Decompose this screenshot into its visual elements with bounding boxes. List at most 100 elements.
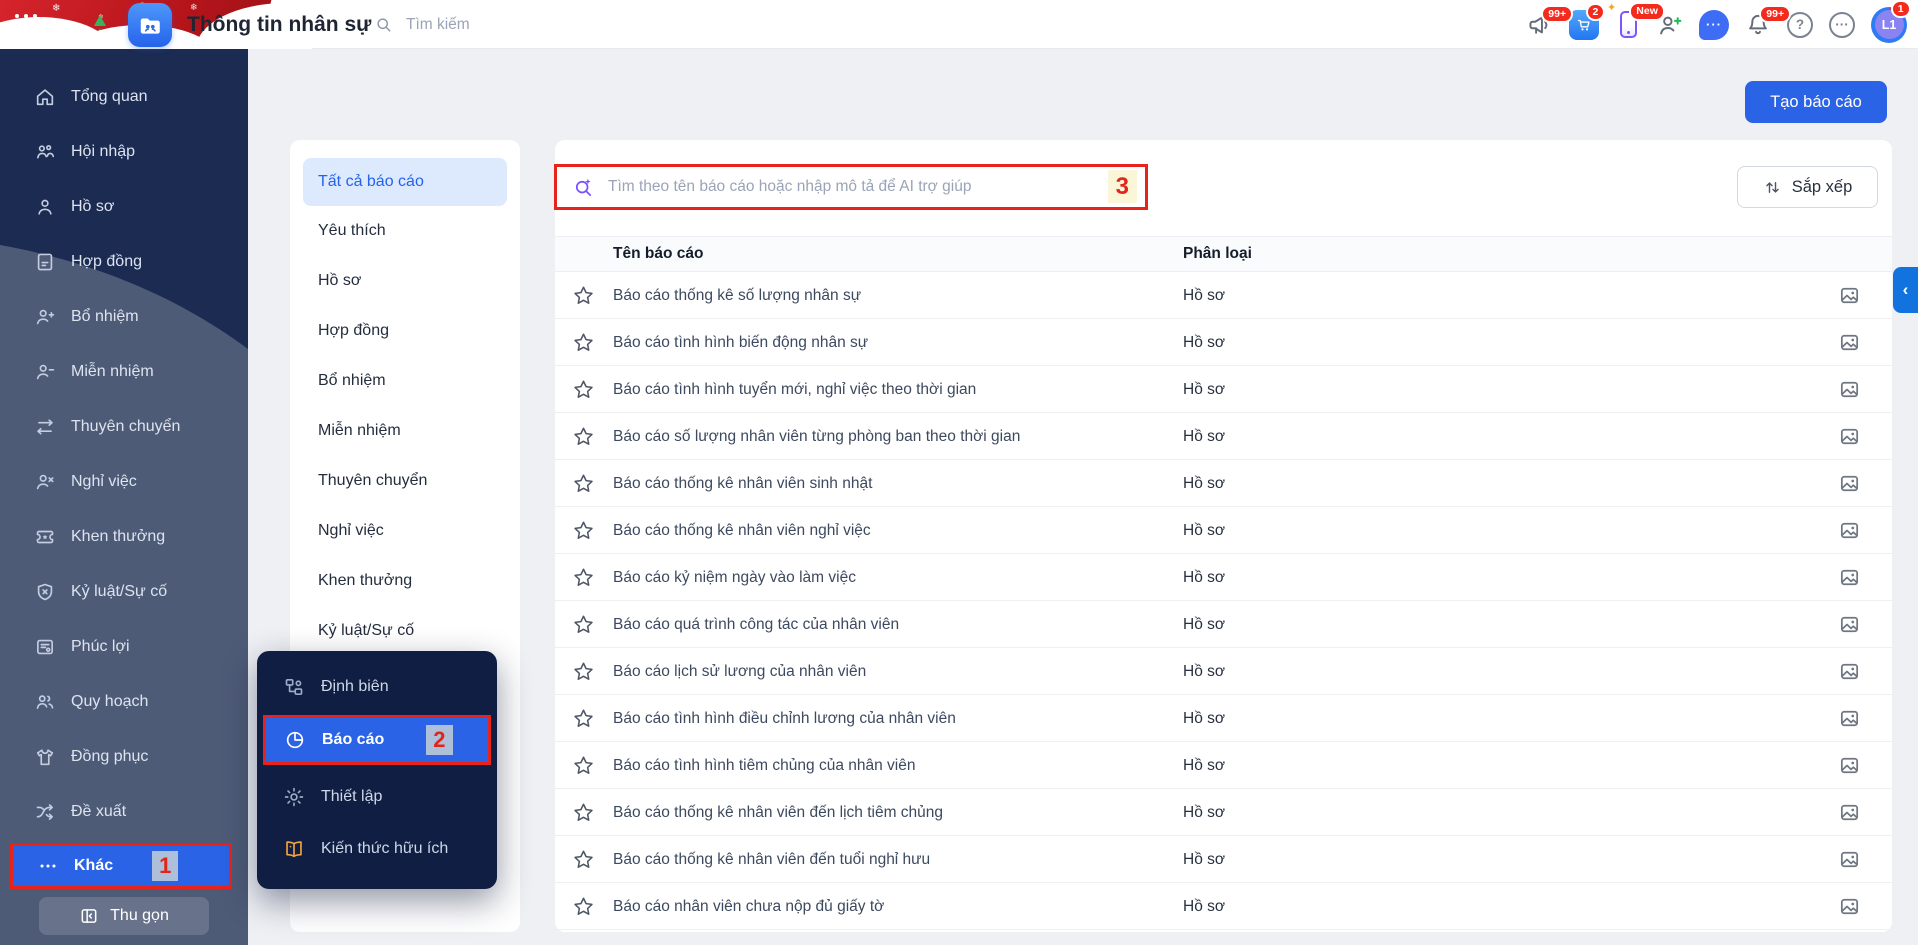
table-row[interactable]: Báo cáo thống kê nhân viên nghỉ việc Hồ s… [555,507,1892,554]
report-name-link[interactable]: Báo cáo lịch sử lương của nhân viên [613,648,866,695]
cart-app-icon[interactable]: 2 [1569,2,1606,40]
sidebar-item-person-minus[interactable]: Miễn nhiệm [0,344,248,399]
sidebar-item-person-plus[interactable]: Bổ nhiệm [0,289,248,344]
bell-icon[interactable]: 99+ [1745,4,1792,38]
category-item[interactable]: Bổ nhiệm [290,356,520,406]
category-item[interactable]: Hồ sơ [290,256,520,306]
favorite-star-icon[interactable] [572,613,595,636]
sort-button[interactable]: Sắp xếp [1737,166,1878,208]
favorite-star-icon[interactable] [572,801,595,824]
popup-item-gear[interactable]: Thiết lập [257,771,497,823]
category-item[interactable]: Yêu thích [290,206,520,256]
topbar-icon-tray: 99+ 2 ✦ New ··· 99+? ··· L1 1 [1527,0,1911,49]
report-name-link[interactable]: Báo cáo tình hình tuyển mới, nghỉ việc t… [613,366,976,413]
favorite-star-icon[interactable] [572,378,595,401]
popup-item-org[interactable]: Định biên [257,661,497,713]
category-item[interactable]: Miễn nhiệm [290,406,520,456]
table-row[interactable]: Báo cáo tình hình tuyển mới, nghỉ việc t… [555,366,1892,413]
annotation-number: 2 [426,725,453,755]
ai-search-input[interactable] [608,178,1145,196]
apps-grid-icon[interactable] [15,14,38,37]
favorite-star-icon[interactable] [572,895,595,918]
sidebar-item-label: Kỷ luật/Sự cố [71,582,168,600]
proposal-icon [34,801,56,823]
category-item[interactable]: Tất cả báo cáo [303,158,507,206]
favorite-star-icon[interactable] [572,425,595,448]
reward-icon [34,526,56,548]
report-name-link[interactable]: Báo cáo thống kê nhân viên nghỉ việc [613,507,871,554]
sidebar-item-more-dots[interactable]: Khác 1 [13,846,229,886]
sidebar-item-shield-x[interactable]: Kỷ luật/Sự cố [0,564,248,619]
report-name-link[interactable]: Báo cáo tình hình biến động nhân sự [613,319,868,366]
megaphone-icon[interactable]: 99+ [1527,4,1574,38]
expand-panel-tab[interactable]: ‹ [1893,267,1918,313]
category-item[interactable]: Nghỉ việc [290,506,520,556]
sidebar-item-contract[interactable]: Hợp đồng [0,234,248,289]
report-name-link[interactable]: Báo cáo thống kê nhân viên sinh nhật [613,460,872,507]
table-row[interactable]: Báo cáo tình hình biến động nhân sự Hồ sơ [555,319,1892,366]
sidebar-item-label: Hợp đồng [71,252,142,270]
favorite-star-icon[interactable] [572,472,595,495]
report-name-link[interactable]: Báo cáo nhân viên chưa nộp đủ giấy tờ [613,883,884,930]
sidebar-item-transfer[interactable]: Thuyên chuyển [0,399,248,454]
report-category: Hồ sơ [1183,569,1226,586]
favorite-star-icon[interactable] [572,284,595,307]
favorite-star-icon[interactable] [572,331,595,354]
report-category: Hồ sơ [1183,757,1226,774]
chat-icon[interactable]: ··· [1699,9,1729,40]
popup-item-pie-chart[interactable]: Báo cáo 2 [266,718,488,762]
table-row[interactable]: Báo cáo số lượng nhân viên từng phòng ba… [555,413,1892,460]
table-row[interactable]: Báo cáo thống kê nhân viên đến tuổi nghỉ… [555,836,1892,883]
table-row[interactable]: Báo cáo tình hình tiêm chủng của nhân vi… [555,742,1892,789]
report-category: Hồ sơ [1183,804,1226,821]
report-name-link[interactable]: Báo cáo kỷ niệm ngày vào làm việc [613,554,856,601]
category-item[interactable]: Thuyên chuyển [290,456,520,506]
category-item[interactable]: Khen thưởng [290,556,520,606]
sidebar-item-benefit[interactable]: Phúc lợi [0,619,248,674]
table-row[interactable]: Báo cáo tình hình điều chỉnh lương của n… [555,695,1892,742]
sidebar-item-uniform[interactable]: Đồng phục [0,729,248,784]
popup-item-book[interactable]: Kiến thức hữu ích [257,823,497,875]
table-row[interactable]: Báo cáo quá trình công tác của nhân viên… [555,601,1892,648]
favorite-star-icon[interactable] [572,707,595,730]
report-name-link[interactable]: Báo cáo thống kê số lượng nhân sự [613,272,861,319]
collapse-sidebar-button[interactable]: Thu gọn [39,897,209,935]
favorite-star-icon[interactable] [572,848,595,871]
sidebar-item-reward[interactable]: Khen thưởng [0,509,248,564]
report-name-link[interactable]: Báo cáo quá trình công tác của nhân viên [613,601,899,648]
sidebar-item-profile[interactable]: Hồ sơ [0,179,248,234]
report-name-link[interactable]: Báo cáo tình hình tiêm chủng của nhân vi… [613,742,915,789]
report-category: Hồ sơ [1183,287,1226,304]
user-avatar[interactable]: L1 1 [1871,0,1911,43]
favorite-star-icon[interactable] [572,754,595,777]
sidebar-item-person-x[interactable]: Nghỉ việc [0,454,248,509]
report-name-link[interactable]: Báo cáo tình hình điều chỉnh lương của n… [613,695,956,742]
contract-icon [34,251,56,273]
annotation-box: Báo cáo 2 [263,715,491,765]
category-item[interactable]: Kỷ luật/Sự cố [290,606,520,656]
sidebar-item-planning[interactable]: Quy hoạch [0,674,248,729]
report-thumbnail-icon [1838,566,1861,589]
create-report-button[interactable]: Tạo báo cáo [1745,81,1887,123]
favorite-star-icon[interactable] [572,566,595,589]
hr-app-icon[interactable] [128,3,172,47]
sidebar-item-home[interactable]: Tổng quan [0,69,248,124]
phone-new-icon[interactable]: ✦ New [1607,2,1665,40]
global-search-input[interactable] [406,15,636,34]
table-row[interactable]: Báo cáo nhân viên chưa nộp đủ giấy tờ Hồ … [555,883,1892,930]
favorite-star-icon[interactable] [572,519,595,542]
table-row[interactable]: Báo cáo thống kê nhân viên sinh nhật Hồ s… [555,460,1892,507]
report-name-link[interactable]: Báo cáo thống kê nhân viên đến tuổi nghỉ… [613,836,930,883]
table-row[interactable]: Báo cáo thống kê nhân viên đến lịch tiêm… [555,789,1892,836]
category-item[interactable]: Hợp đồng [290,306,520,356]
popup-item-label: Kiến thức hữu ích [321,840,449,857]
report-name-link[interactable]: Báo cáo thống kê nhân viên đến lịch tiêm… [613,789,943,836]
sidebar-item-proposal[interactable]: Đề xuất [0,784,248,839]
favorite-star-icon[interactable] [572,660,595,683]
table-row[interactable]: Báo cáo lịch sử lương của nhân viên Hồ sơ [555,648,1892,695]
table-row[interactable]: Báo cáo kỷ niệm ngày vào làm việc Hồ sơ [555,554,1892,601]
table-row[interactable]: Báo cáo thống kê số lượng nhân sự Hồ sơ [555,272,1892,319]
sidebar-item-onboarding[interactable]: Hội nhập [0,124,248,179]
report-name-link[interactable]: Báo cáo số lượng nhân viên từng phòng ba… [613,413,1020,460]
more-circle-icon[interactable]: ··· [1829,11,1855,38]
